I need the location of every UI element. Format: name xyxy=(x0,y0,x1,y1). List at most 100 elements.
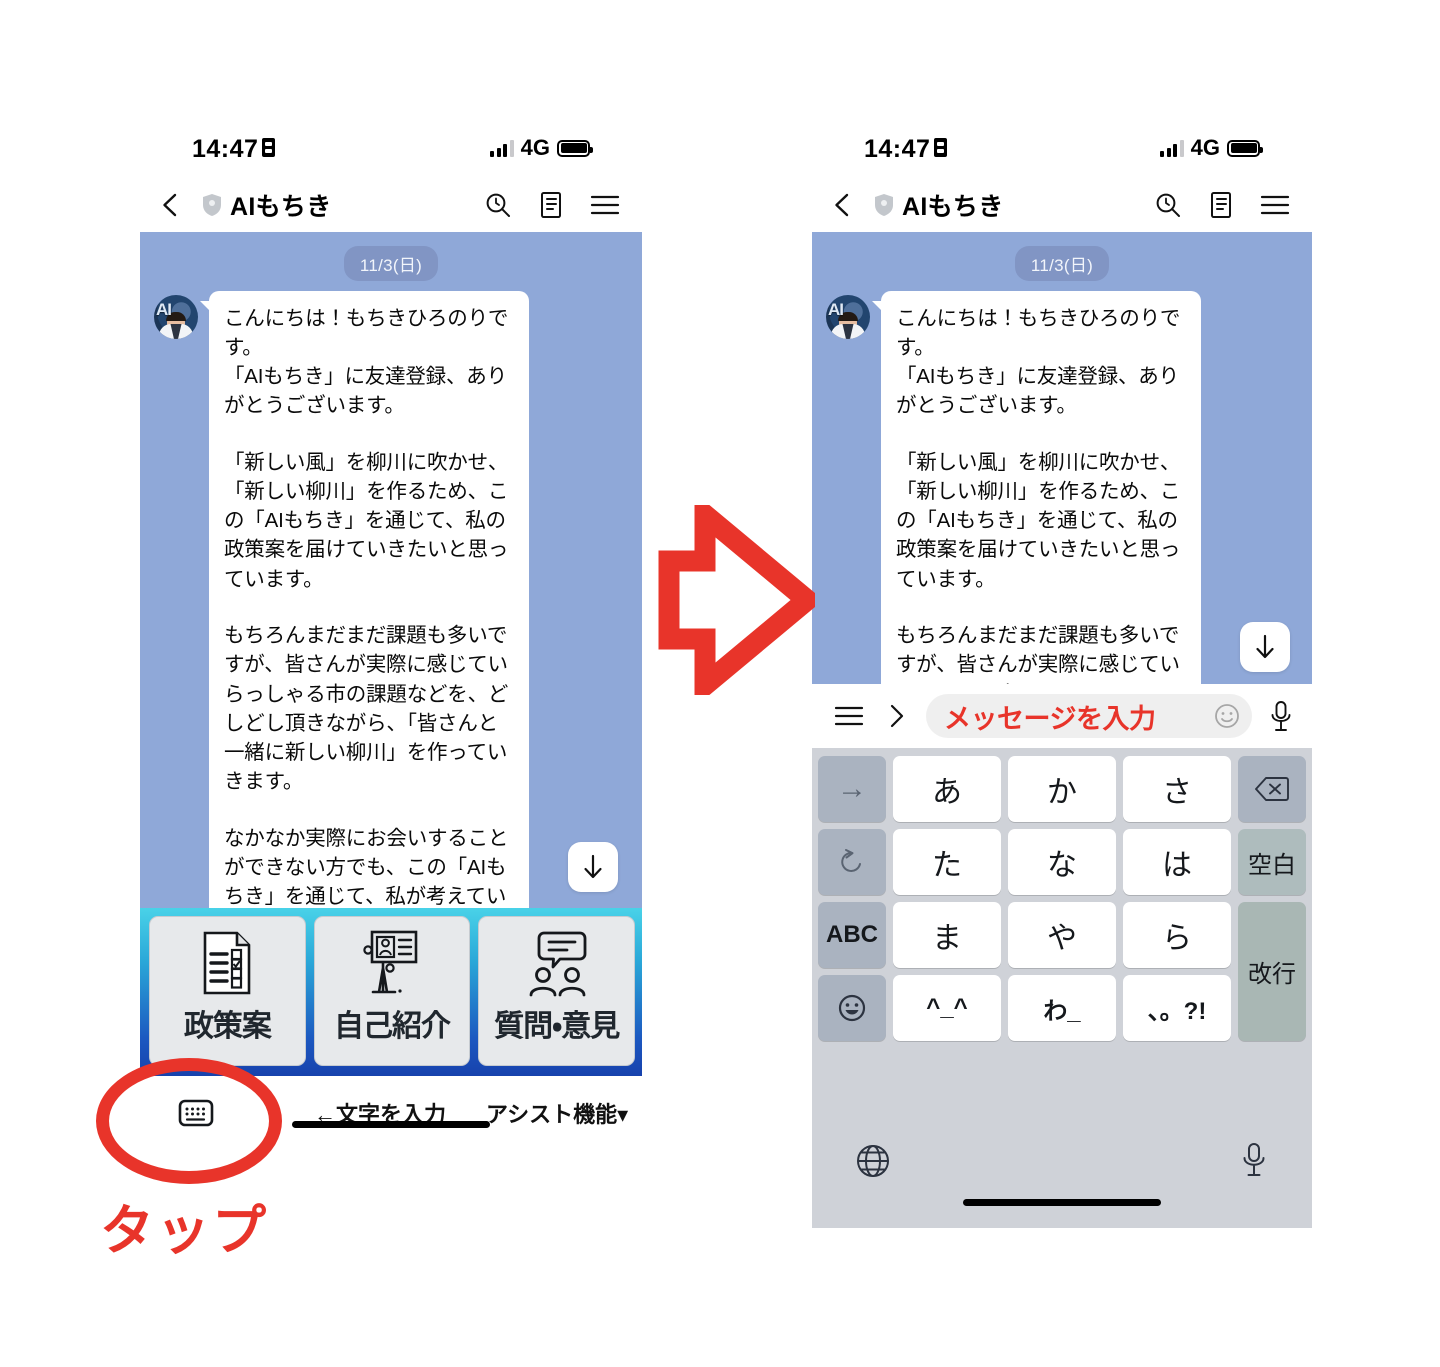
key-space[interactable]: 空白 xyxy=(1238,829,1306,895)
screenshot-stage: 14:47 4G AIもちき 11/3(日) AI こんにちは！もちきひろのりで… xyxy=(0,0,1440,1367)
key-ta[interactable]: た xyxy=(893,829,1001,895)
message-row: AI こんにちは！もちきひろのりです。 「AIもちき」に友達登録、ありがとうござ… xyxy=(140,281,642,908)
shield-icon xyxy=(203,194,221,216)
message-input-placeholder: メッセージを入力 xyxy=(944,703,1156,734)
chevron-right-icon[interactable] xyxy=(886,703,908,729)
home-indicator xyxy=(963,1199,1161,1206)
chat-people-icon xyxy=(522,927,592,999)
japanese-keyboard: → あ か さ た な は 空白 ABC ま や ら 改行 ^_^ わ_ 、。?… xyxy=(812,748,1312,1228)
message-paragraph: こんにちは！もちきひろのりです。 「AIもちき」に友達登録、ありがとうございます… xyxy=(224,307,509,418)
keyboard-bottom-row xyxy=(812,1132,1312,1228)
network-type-label: 4G xyxy=(520,135,550,160)
date-separator-chip: 11/3(日) xyxy=(1014,246,1110,281)
home-indicator xyxy=(292,1121,490,1128)
note-icon[interactable] xyxy=(538,191,564,219)
message-paragraph: こんにちは！もちきひろのりです。 「AIもちき」に友達登録、ありがとうございます… xyxy=(896,307,1181,418)
status-bar-time: 14:47 xyxy=(192,135,259,163)
scroll-to-bottom-button[interactable] xyxy=(568,842,618,892)
key-ra[interactable]: ら xyxy=(1123,902,1231,968)
rich-menu: 政策案 自己紹介 質問・意見 xyxy=(140,908,642,1076)
search-clock-icon[interactable] xyxy=(484,191,512,219)
key-undo[interactable] xyxy=(818,829,886,895)
emoji-icon xyxy=(838,994,866,1022)
document-checklist-icon xyxy=(197,927,257,999)
rich-menu-button-questions[interactable]: 質問・意見 xyxy=(478,916,636,1066)
right-arrow-outline-icon xyxy=(658,505,815,695)
chat-message-list[interactable]: 11/3(日) AI こんにちは！もちきひろのりです。 「AIもちき」に友達登録… xyxy=(140,232,642,908)
avatar[interactable]: AI xyxy=(154,295,198,339)
status-bar: 14:47 4G xyxy=(812,126,1312,178)
key-sa[interactable]: さ xyxy=(1123,756,1231,822)
back-chevron-icon[interactable] xyxy=(158,192,184,218)
key-a[interactable]: あ xyxy=(893,756,1001,822)
key-na[interactable]: な xyxy=(1008,829,1116,895)
hamburger-menu-icon[interactable] xyxy=(590,194,620,216)
key-punctuation[interactable]: 、。?! xyxy=(1123,975,1231,1041)
message-paragraph: 「新しい風」を柳川に吹かせ、「新しい柳川」を作るため、この「AIもちき」を通じて… xyxy=(224,451,509,591)
back-chevron-icon[interactable] xyxy=(830,192,856,218)
search-clock-icon[interactable] xyxy=(1154,191,1182,219)
message-bubble[interactable]: こんにちは！もちきひろのりです。 「AIもちき」に友達登録、ありがとうございます… xyxy=(872,291,1201,684)
key-wa[interactable]: わ_ xyxy=(1008,975,1116,1041)
microphone-icon[interactable] xyxy=(1240,1142,1268,1178)
chat-title: AIもちき xyxy=(902,193,1004,221)
arrow-down-icon xyxy=(584,854,602,879)
message-input-bar: メッセージを入力 xyxy=(812,684,1312,748)
globe-icon[interactable] xyxy=(856,1144,890,1178)
alarm-icon xyxy=(934,138,947,157)
chat-header: AIもちき xyxy=(140,178,642,232)
chat-header-actions xyxy=(484,191,620,219)
hamburger-menu-icon[interactable] xyxy=(834,701,864,731)
rich-menu-button-policy[interactable]: 政策案 xyxy=(149,916,306,1066)
message-paragraph: 「新しい風」を柳川に吹かせ、「新しい柳川」を作るため、この「AIもちき」を通じて… xyxy=(896,451,1181,591)
keyboard-grid: → あ か さ た な は 空白 ABC ま や ら 改行 ^_^ わ_ 、。?… xyxy=(818,756,1306,1041)
status-bar-time: 14:47 xyxy=(864,135,931,163)
key-delete[interactable] xyxy=(1238,756,1306,822)
smiley-icon[interactable] xyxy=(1214,703,1240,729)
message-row: AI こんにちは！もちきひろのりです。 「AIもちき」に友達登録、ありがとうござ… xyxy=(812,281,1312,684)
phone-screenshot-after: 14:47 4G AIもちき 11/3(日) AI こんにちは！もちきひろのりで… xyxy=(812,126,1312,1228)
alarm-icon xyxy=(262,138,275,157)
assist-feature-button[interactable]: アシスト機能▾ xyxy=(486,1097,628,1129)
key-arrow-right[interactable]: → xyxy=(818,756,886,822)
status-bar: 14:47 4G xyxy=(140,126,642,178)
avatar[interactable]: AI xyxy=(826,295,870,339)
key-ka[interactable]: か xyxy=(1008,756,1116,822)
rich-menu-button-profile[interactable]: 自己紹介 xyxy=(313,916,471,1066)
key-kaomoji[interactable]: ^_^ xyxy=(893,975,1001,1041)
chat-title: AIもちき xyxy=(230,193,332,221)
phone-screenshot-before: 14:47 4G AIもちき 11/3(日) AI こんにちは！もちきひろのりで… xyxy=(140,126,642,1182)
shield-icon xyxy=(875,194,893,216)
key-ya[interactable]: や xyxy=(1008,902,1116,968)
delete-icon xyxy=(1255,777,1289,801)
rich-menu-label: 質問・意見 xyxy=(494,1010,620,1043)
chat-message-list[interactable]: 11/3(日) AI こんにちは！もちきひろのりです。 「AIもちき」に友達登録… xyxy=(812,232,1312,684)
message-bubble[interactable]: こんにちは！もちきひろのりです。 「AIもちき」に友達登録、ありがとうございます… xyxy=(200,291,529,908)
key-ha[interactable]: は xyxy=(1123,829,1231,895)
message-paragraph: もちろんまだまだ課題も多いですが、皆さんが実際に感じていらっしゃる市の課題などを… xyxy=(896,624,1180,684)
presentation-person-icon xyxy=(359,927,425,999)
signal-strength-icon xyxy=(490,139,514,157)
annotation-tap-label: タップ xyxy=(100,1201,268,1261)
rich-menu-label: 政策案 xyxy=(183,1010,272,1043)
hamburger-menu-icon[interactable] xyxy=(1260,194,1290,216)
network-type-label: 4G xyxy=(1190,135,1220,160)
signal-strength-icon xyxy=(1160,139,1184,157)
avatar-label: AI xyxy=(156,300,172,319)
annotation-highlight-circle xyxy=(96,1058,282,1184)
arrow-down-icon xyxy=(1256,634,1274,659)
note-icon[interactable] xyxy=(1208,191,1234,219)
message-input-field[interactable]: メッセージを入力 xyxy=(926,694,1252,738)
message-paragraph: もちろんまだまだ課題も多いですが、皆さんが実際に感じていらっしゃる市の課題などを… xyxy=(224,624,509,793)
battery-icon xyxy=(1227,139,1263,157)
message-paragraph: なかなか実際にお会いすることができない方でも、この「AIもちき」を通じて、私が考… xyxy=(224,826,509,908)
avatar-label: AI xyxy=(828,300,844,319)
scroll-to-bottom-button[interactable] xyxy=(1240,622,1290,672)
key-return[interactable]: 改行 xyxy=(1238,902,1306,1041)
key-abc[interactable]: ABC xyxy=(818,902,886,968)
microphone-icon[interactable] xyxy=(1268,700,1294,732)
date-separator-chip: 11/3(日) xyxy=(343,246,439,281)
key-ma[interactable]: ま xyxy=(893,902,1001,968)
undo-icon xyxy=(841,849,861,872)
key-emoji[interactable] xyxy=(818,975,886,1041)
